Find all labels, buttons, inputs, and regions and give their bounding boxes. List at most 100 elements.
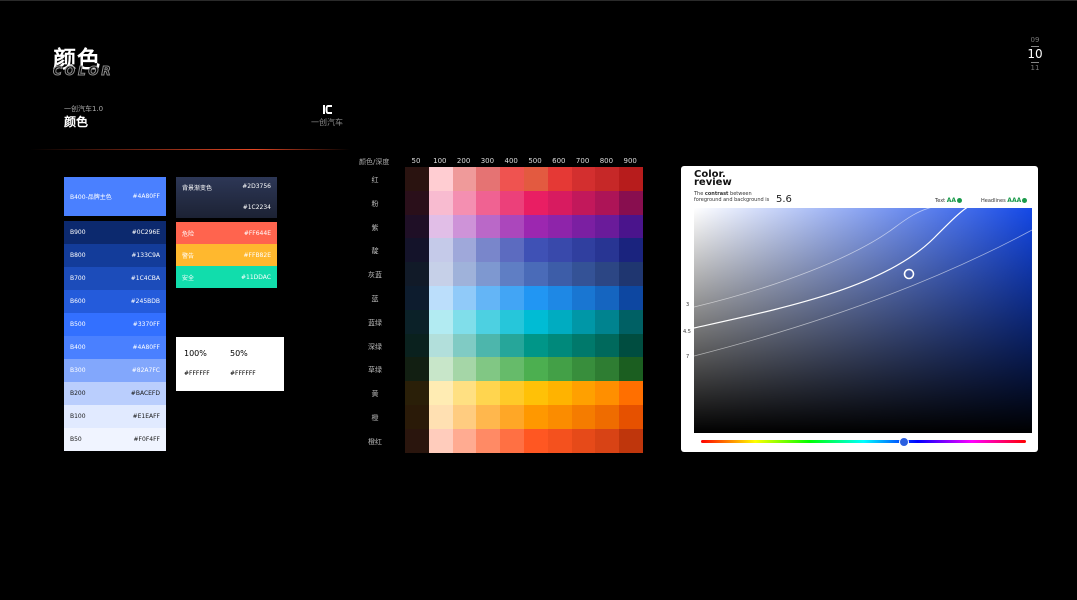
palette-cell[interactable] (595, 381, 620, 406)
palette-cell[interactable] (405, 357, 429, 382)
palette-cell[interactable] (619, 333, 644, 358)
page-prev[interactable]: 09 (1026, 36, 1044, 45)
palette-cell[interactable] (500, 309, 525, 334)
palette-cell[interactable] (547, 167, 572, 191)
palette-cell[interactable] (524, 286, 548, 310)
status-color-swatch[interactable]: 危险 #FF644E (176, 222, 277, 244)
palette-cell[interactable] (500, 428, 525, 453)
background-gradient-swatch[interactable]: 背景渐变色 #2D3756 #1C2234 (176, 177, 277, 218)
palette-cell[interactable] (619, 405, 644, 429)
palette-cell[interactable] (524, 333, 548, 358)
palette-cell[interactable] (452, 190, 477, 215)
blue-scale-swatch[interactable]: B200 #BACEFD (64, 382, 166, 405)
palette-cell[interactable] (619, 214, 644, 239)
palette-cell[interactable] (595, 333, 620, 358)
palette-cell[interactable] (428, 405, 453, 429)
palette-cell[interactable] (476, 381, 501, 406)
palette-cell[interactable] (595, 309, 620, 334)
palette-cell[interactable] (405, 428, 429, 453)
palette-cell[interactable] (405, 262, 429, 287)
palette-cell[interactable] (595, 428, 620, 453)
palette-cell[interactable] (619, 190, 644, 215)
palette-cell[interactable] (524, 309, 548, 334)
palette-cell[interactable] (452, 381, 477, 406)
palette-cell[interactable] (619, 381, 644, 406)
palette-cell[interactable] (428, 309, 453, 334)
palette-cell[interactable] (595, 357, 620, 382)
blue-scale-swatch[interactable]: B50 #F0F4FF (64, 428, 166, 451)
palette-cell[interactable] (428, 357, 453, 382)
palette-cell[interactable] (595, 238, 620, 263)
palette-cell[interactable] (452, 286, 477, 310)
white-opacity-card[interactable]: 100% 50% #FFFFFF #FFFFFF (176, 337, 284, 391)
palette-cell[interactable] (405, 333, 429, 358)
palette-cell[interactable] (476, 262, 501, 287)
palette-cell[interactable] (500, 333, 525, 358)
palette-cell[interactable] (571, 428, 596, 453)
palette-cell[interactable] (571, 238, 596, 263)
brand-color-swatch[interactable]: B400-品牌主色 #4A80FF (64, 177, 166, 216)
palette-cell[interactable] (500, 238, 525, 263)
palette-cell[interactable] (524, 238, 548, 263)
palette-cell[interactable] (476, 167, 501, 191)
palette-cell[interactable] (619, 238, 644, 263)
palette-cell[interactable] (547, 286, 572, 310)
palette-cell[interactable] (619, 428, 644, 453)
palette-cell[interactable] (476, 357, 501, 382)
palette-cell[interactable] (428, 238, 453, 263)
palette-cell[interactable] (595, 214, 620, 239)
hue-slider-track[interactable] (701, 440, 1026, 443)
palette-cell[interactable] (619, 286, 644, 310)
palette-cell[interactable] (524, 428, 548, 453)
palette-cell[interactable] (405, 286, 429, 310)
palette-cell[interactable] (547, 357, 572, 382)
hue-slider-handle[interactable] (899, 437, 909, 447)
palette-cell[interactable] (428, 286, 453, 310)
palette-cell[interactable] (452, 262, 477, 287)
palette-cell[interactable] (428, 262, 453, 287)
palette-cell[interactable] (405, 405, 429, 429)
palette-cell[interactable] (476, 428, 501, 453)
palette-cell[interactable] (405, 309, 429, 334)
palette-cell[interactable] (547, 309, 572, 334)
palette-cell[interactable] (619, 262, 644, 287)
palette-cell[interactable] (571, 286, 596, 310)
palette-cell[interactable] (524, 167, 548, 191)
palette-cell[interactable] (405, 238, 429, 263)
blue-scale-swatch[interactable]: B600 #245BDB (64, 290, 166, 313)
palette-cell[interactable] (452, 428, 477, 453)
palette-cell[interactable] (571, 405, 596, 429)
palette-cell[interactable] (500, 190, 525, 215)
palette-cell[interactable] (571, 381, 596, 406)
palette-cell[interactable] (500, 381, 525, 406)
palette-cell[interactable] (595, 167, 620, 191)
blue-scale-swatch[interactable]: B100 #E1EAFF (64, 405, 166, 428)
palette-cell[interactable] (595, 286, 620, 310)
palette-cell[interactable] (452, 333, 477, 358)
palette-cell[interactable] (571, 333, 596, 358)
palette-cell[interactable] (547, 214, 572, 239)
palette-cell[interactable] (452, 214, 477, 239)
palette-cell[interactable] (595, 405, 620, 429)
palette-cell[interactable] (524, 190, 548, 215)
palette-cell[interactable] (452, 309, 477, 334)
palette-cell[interactable] (571, 190, 596, 215)
palette-cell[interactable] (547, 262, 572, 287)
status-color-swatch[interactable]: 警告 #FFB82E (176, 244, 277, 266)
palette-cell[interactable] (500, 405, 525, 429)
palette-cell[interactable] (500, 214, 525, 239)
palette-cell[interactable] (405, 167, 429, 191)
blue-scale-swatch[interactable]: B800 #133C9A (64, 244, 166, 267)
palette-cell[interactable] (476, 405, 501, 429)
palette-cell[interactable] (524, 262, 548, 287)
page-next[interactable]: 11 (1026, 64, 1044, 73)
palette-cell[interactable] (476, 309, 501, 334)
palette-cell[interactable] (405, 190, 429, 215)
palette-cell[interactable] (500, 357, 525, 382)
palette-cell[interactable] (619, 167, 644, 191)
blue-scale-swatch[interactable]: B400 #4A80FF (64, 336, 166, 359)
blue-scale-swatch[interactable]: B300 #82A7FC (64, 359, 166, 382)
palette-cell[interactable] (476, 238, 501, 263)
palette-cell[interactable] (595, 190, 620, 215)
palette-cell[interactable] (428, 190, 453, 215)
